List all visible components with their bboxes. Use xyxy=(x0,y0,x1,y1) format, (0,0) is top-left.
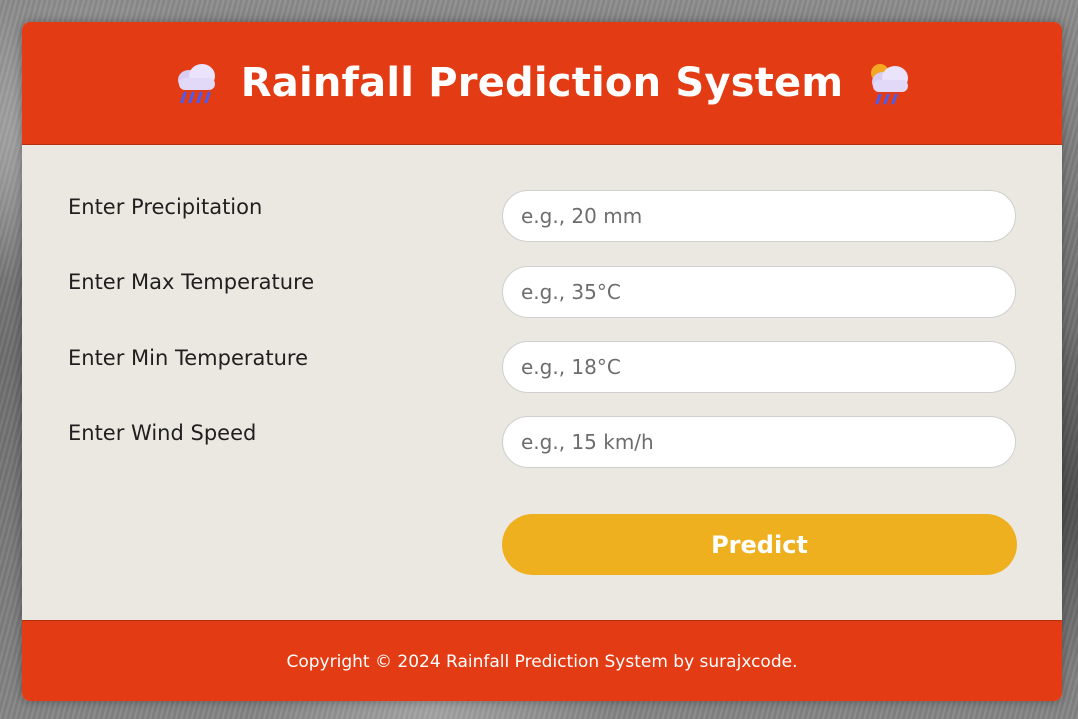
page-title: Rainfall Prediction System xyxy=(240,60,844,106)
cloud-rain-icon xyxy=(177,64,215,104)
prediction-form: Enter Precipitation Enter Max Temperatur… xyxy=(22,145,1062,620)
footer-bar: Copyright © 2024 Rainfall Prediction Sys… xyxy=(22,620,1062,701)
wind-speed-label: Enter Wind Speed xyxy=(68,421,257,445)
max-temperature-input[interactable] xyxy=(502,266,1016,318)
wind-speed-input[interactable] xyxy=(502,416,1016,468)
min-temperature-label: Enter Min Temperature xyxy=(68,346,309,370)
max-temperature-label: Enter Max Temperature xyxy=(68,270,315,294)
predict-button[interactable]: Predict xyxy=(502,514,1017,575)
header-bar: Rainfall Prediction System xyxy=(22,22,1062,145)
sun-behind-rain-cloud-icon xyxy=(871,64,909,105)
precipitation-label: Enter Precipitation xyxy=(68,195,263,219)
copyright-text: Copyright © 2024 Rainfall Prediction Sys… xyxy=(286,651,798,672)
min-temperature-input[interactable] xyxy=(502,341,1016,393)
precipitation-input[interactable] xyxy=(502,190,1016,242)
prediction-card: Rainfall Prediction System Enter Precipi… xyxy=(22,22,1062,701)
